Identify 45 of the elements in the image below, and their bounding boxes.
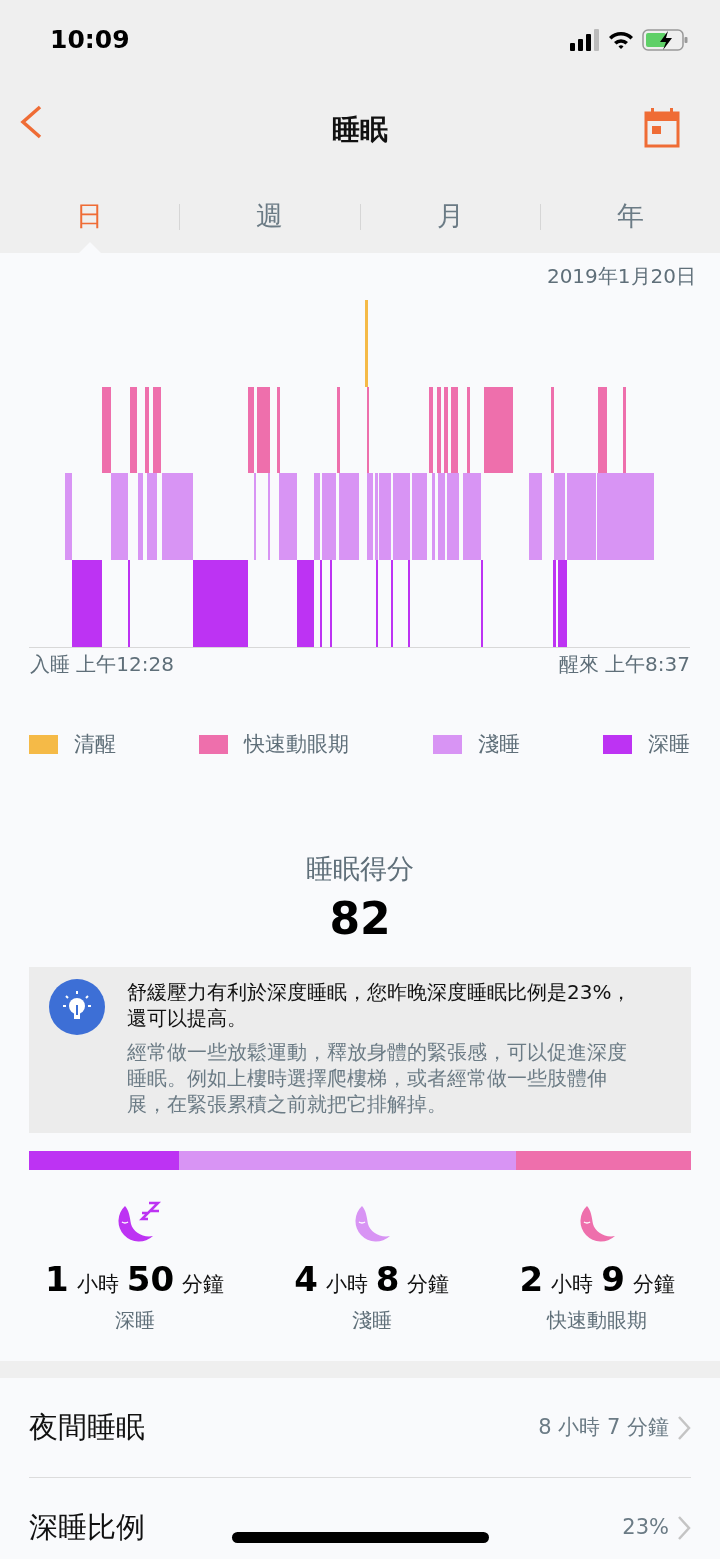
minutes-value: 8 bbox=[375, 1258, 400, 1301]
period-tab[interactable]: 月 bbox=[360, 180, 540, 253]
chevron-right-icon bbox=[677, 1514, 691, 1541]
row-label: 深睡比例 bbox=[29, 1508, 145, 1546]
hours-value: 1 bbox=[45, 1258, 69, 1301]
minutes-unit: 分鐘 bbox=[632, 1271, 675, 1298]
date-label: 2019年1月20日 bbox=[546, 263, 696, 290]
legend-label: 清醒 bbox=[74, 731, 116, 758]
legend-label: 淺睡 bbox=[477, 731, 520, 758]
legend-label: 快速動眼期 bbox=[244, 731, 350, 758]
row-value: 23% bbox=[622, 1513, 669, 1541]
status-time: 10:09 bbox=[50, 24, 130, 57]
minutes-unit: 分鐘 bbox=[407, 1271, 450, 1298]
legend-label: 深睡 bbox=[648, 731, 690, 758]
page-title: 睡眠 bbox=[332, 112, 388, 148]
stage-label: 快速動眼期 bbox=[547, 1307, 648, 1334]
stage-label: 淺睡 bbox=[351, 1307, 392, 1334]
calendar-icon[interactable] bbox=[644, 108, 680, 148]
period-tab[interactable]: 年 bbox=[540, 180, 720, 253]
summary-row[interactable]: 夜間睡眠 8 小時 7 分鐘 bbox=[29, 1378, 691, 1478]
chevron-right-icon bbox=[677, 1414, 691, 1441]
period-tab[interactable]: 日 bbox=[0, 180, 180, 253]
hours-unit: 小時 bbox=[325, 1271, 368, 1298]
minutes-value: 9 bbox=[601, 1258, 625, 1301]
hours-unit: 小時 bbox=[551, 1271, 594, 1298]
battery-icon bbox=[642, 29, 688, 51]
back-button[interactable] bbox=[18, 104, 44, 140]
wake-label: 醒來 上午8:37 bbox=[558, 651, 690, 678]
stage-label: 深睡 bbox=[114, 1307, 155, 1334]
hours-value: 2 bbox=[519, 1258, 544, 1301]
hours-unit: 小時 bbox=[76, 1271, 119, 1298]
minutes-value: 50 bbox=[126, 1258, 175, 1301]
tip-headline: 舒緩壓力有利於深度睡眠，您昨晚深度睡眠比例是23%，還可以提高。 bbox=[127, 979, 633, 1031]
hours-value: 4 bbox=[294, 1258, 318, 1301]
lightbulb-icon bbox=[49, 979, 105, 1035]
row-label: 夜間睡眠 bbox=[29, 1408, 145, 1446]
wifi-icon bbox=[608, 30, 634, 50]
period-tab[interactable]: 週 bbox=[180, 180, 360, 253]
tip-body: 經常做一些放鬆運動，釋放身體的緊張感，可以促進深度睡眠。例如上樓時選擇爬樓梯，或者經常做一些肢體伸展，在緊張累積之前就把它排解掉。 bbox=[127, 1039, 628, 1117]
minutes-unit: 分鐘 bbox=[182, 1271, 225, 1298]
signal-icon bbox=[570, 29, 600, 51]
row-value: 8 小時 7 分鐘 bbox=[538, 1413, 669, 1441]
sleep-start-label: 入睡 上午12:28 bbox=[30, 651, 174, 678]
score-value: 82 bbox=[329, 897, 391, 941]
score-label: 睡眠得分 bbox=[306, 851, 414, 886]
